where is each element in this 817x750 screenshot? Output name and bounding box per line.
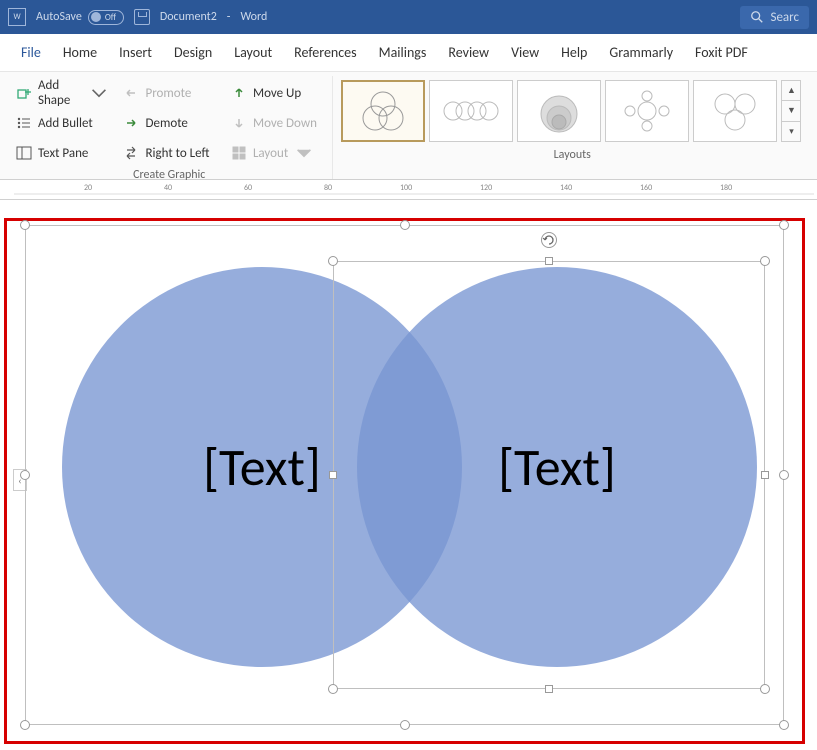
text-pane-icon bbox=[16, 145, 32, 161]
search-placeholder: Searc bbox=[770, 10, 799, 25]
smartart-canvas[interactable]: ‹ [Text] [Text] bbox=[7, 221, 802, 741]
ruler-mark: 120 bbox=[480, 183, 492, 193]
right-to-left-button[interactable]: Right to Left bbox=[119, 140, 218, 166]
ruler-mark: 180 bbox=[720, 183, 732, 193]
add-shape-button[interactable]: Add Shape bbox=[12, 80, 111, 106]
add-shape-label: Add Shape bbox=[38, 78, 83, 108]
word-app-icon: W bbox=[8, 8, 26, 26]
tab-mailings[interactable]: Mailings bbox=[368, 34, 438, 72]
group-create-graphic: Add Shape Add Bullet Text Pane Promote bbox=[6, 76, 333, 179]
ruler-mark: 160 bbox=[640, 183, 652, 193]
selection-handle[interactable] bbox=[400, 220, 410, 230]
add-bullet-icon bbox=[16, 115, 32, 131]
selection-handle[interactable] bbox=[779, 720, 789, 730]
selection-handle[interactable] bbox=[779, 470, 789, 480]
selection-handle[interactable] bbox=[328, 256, 338, 266]
group-layouts: ▲ ▼ ▾ Layouts bbox=[333, 76, 811, 179]
app-name: Word bbox=[240, 10, 267, 24]
document-name: Document2 bbox=[160, 10, 217, 24]
scroll-more-icon[interactable]: ▾ bbox=[782, 122, 800, 141]
text-pane-button[interactable]: Text Pane bbox=[12, 140, 111, 166]
chevron-down-icon bbox=[296, 145, 312, 161]
move-up-label: Move Up bbox=[253, 86, 301, 101]
demote-label: Demote bbox=[145, 116, 187, 131]
ruler-mark: 80 bbox=[324, 183, 332, 193]
save-icon[interactable] bbox=[134, 9, 150, 25]
move-down-label: Move Down bbox=[253, 116, 317, 131]
smartart-canvas-highlight: ‹ [Text] [Text] bbox=[4, 218, 805, 744]
promote-label: Promote bbox=[145, 86, 191, 101]
right-to-left-icon bbox=[123, 145, 139, 161]
layout-option-radial-venn[interactable] bbox=[605, 80, 689, 142]
arrow-left-icon bbox=[123, 85, 139, 101]
selection-handle[interactable] bbox=[20, 720, 30, 730]
layouts-group-label: Layouts bbox=[339, 146, 805, 166]
tab-home[interactable]: Home bbox=[52, 34, 108, 72]
selection-handle[interactable] bbox=[545, 685, 553, 693]
selection-handle[interactable] bbox=[329, 471, 337, 479]
autosave-label: AutoSave bbox=[36, 10, 82, 24]
title-bar: W AutoSave Off Document2 - Word Searc bbox=[0, 0, 817, 34]
tab-file[interactable]: File bbox=[10, 34, 52, 72]
selection-handle[interactable] bbox=[20, 220, 30, 230]
search-box[interactable]: Searc bbox=[740, 6, 809, 29]
text-pane-label: Text Pane bbox=[38, 146, 88, 161]
layout-btn-label: Layout bbox=[253, 146, 288, 161]
promote-button: Promote bbox=[119, 80, 218, 106]
move-up-button[interactable]: Move Up bbox=[227, 80, 326, 106]
selection-handle[interactable] bbox=[20, 470, 30, 480]
autosave-toggle[interactable]: AutoSave Off bbox=[36, 10, 124, 25]
title-sep: - bbox=[227, 10, 231, 24]
ribbon: Add Shape Add Bullet Text Pane Promote bbox=[0, 72, 817, 180]
tab-design[interactable]: Design bbox=[163, 34, 223, 72]
layouts-scroll[interactable]: ▲ ▼ ▾ bbox=[781, 80, 801, 142]
tab-review[interactable]: Review bbox=[437, 34, 500, 72]
search-icon bbox=[750, 10, 764, 24]
scroll-up-icon[interactable]: ▲ bbox=[782, 81, 800, 101]
selection-handle[interactable] bbox=[760, 256, 770, 266]
selection-handle[interactable] bbox=[328, 684, 338, 694]
add-shape-icon bbox=[16, 85, 32, 101]
autosave-state: Off bbox=[105, 12, 116, 23]
horizontal-ruler[interactable]: 20 40 60 80 100 120 140 160 180 bbox=[0, 180, 817, 200]
selection-handle[interactable] bbox=[779, 220, 789, 230]
arrow-up-icon bbox=[231, 85, 247, 101]
layout-option-linear-venn[interactable] bbox=[429, 80, 513, 142]
tab-references[interactable]: References bbox=[283, 34, 367, 72]
demote-button[interactable]: Demote bbox=[119, 110, 218, 136]
toggle-switch[interactable]: Off bbox=[88, 10, 124, 25]
ruler-mark: 140 bbox=[560, 183, 572, 193]
menu-bar: File Home Insert Design Layout Reference… bbox=[0, 34, 817, 72]
selection-handle[interactable] bbox=[761, 471, 769, 479]
arrow-down-icon bbox=[231, 115, 247, 131]
tab-help[interactable]: Help bbox=[550, 34, 598, 72]
layout-option-interconnected[interactable] bbox=[693, 80, 777, 142]
right-to-left-label: Right to Left bbox=[145, 146, 209, 161]
layout-button: Layout bbox=[227, 140, 326, 166]
add-bullet-label: Add Bullet bbox=[38, 116, 93, 131]
ruler-mark: 100 bbox=[400, 183, 412, 193]
add-bullet-button[interactable]: Add Bullet bbox=[12, 110, 111, 136]
tab-insert[interactable]: Insert bbox=[108, 34, 163, 72]
layout-option-basic-venn[interactable] bbox=[341, 80, 425, 142]
rotate-handle[interactable] bbox=[541, 232, 557, 248]
move-down-button: Move Down bbox=[227, 110, 326, 136]
tab-view[interactable]: View bbox=[500, 34, 550, 72]
tab-layout[interactable]: Layout bbox=[223, 34, 283, 72]
inner-selection-box[interactable] bbox=[333, 261, 765, 689]
ruler-mark: 20 bbox=[84, 183, 92, 193]
ruler-mark: 40 bbox=[164, 183, 172, 193]
chevron-down-icon bbox=[91, 85, 107, 101]
selection-handle[interactable] bbox=[760, 684, 770, 694]
tab-foxit-pdf[interactable]: Foxit PDF bbox=[684, 34, 759, 72]
ruler-mark: 60 bbox=[244, 183, 252, 193]
tab-grammarly[interactable]: Grammarly bbox=[598, 34, 684, 72]
selection-handle[interactable] bbox=[545, 257, 553, 265]
scroll-down-icon[interactable]: ▼ bbox=[782, 101, 800, 121]
layout-icon bbox=[231, 145, 247, 161]
arrow-right-icon bbox=[123, 115, 139, 131]
selection-handle[interactable] bbox=[400, 720, 410, 730]
layout-option-stacked-venn[interactable] bbox=[517, 80, 601, 142]
